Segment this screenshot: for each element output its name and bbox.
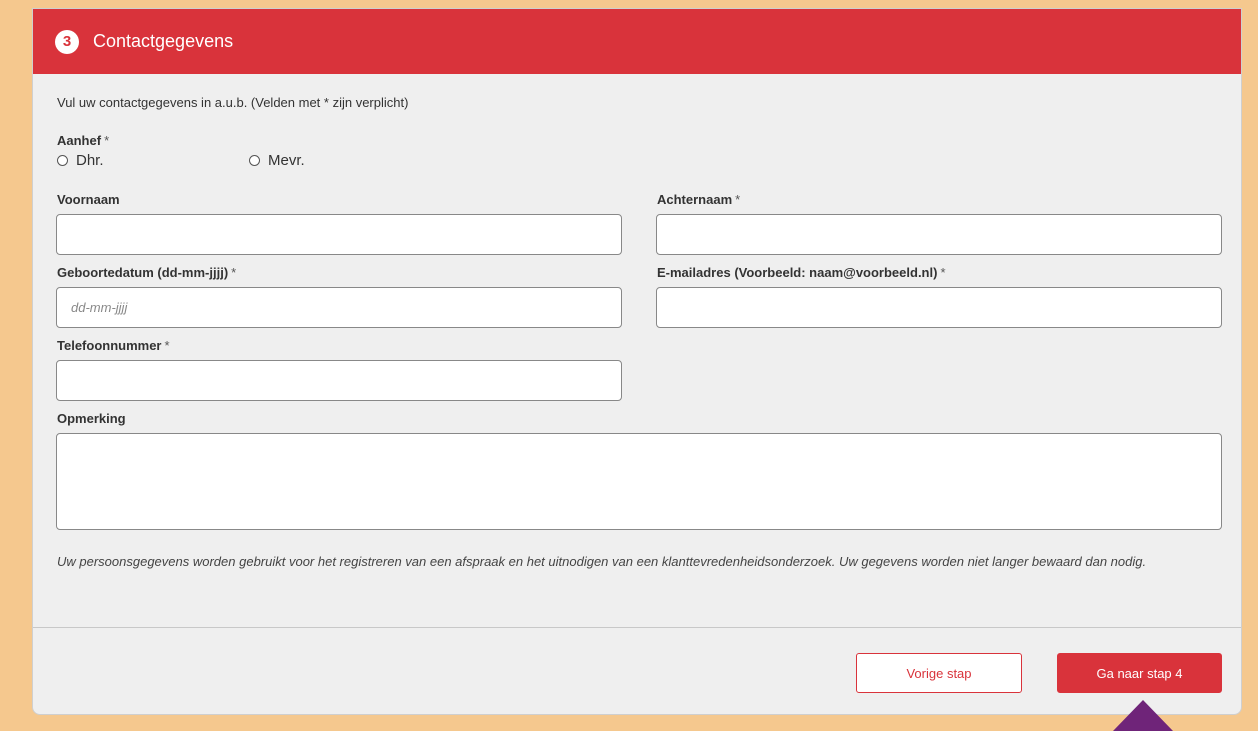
salutation-label: Aanhef * [57,133,109,148]
radio-mevr[interactable]: Mevr. [249,152,305,169]
pointer-triangle-icon [1113,700,1173,731]
required-marker: * [164,338,170,353]
radio-dhr[interactable]: Dhr. [57,152,104,169]
required-marker: * [104,133,110,148]
last-name-input[interactable] [656,214,1222,255]
radio-dhr-label: Dhr. [76,152,104,169]
phone-input[interactable] [56,360,622,401]
required-marker: * [231,265,237,280]
remark-textarea[interactable] [56,433,1222,530]
email-label-text: E-mailadres (Voorbeeld: naam@voorbeeld.n… [657,265,938,280]
next-step-button[interactable]: Ga naar stap 4 [1057,653,1222,693]
radio-mevr-label: Mevr. [268,152,305,169]
first-name-label: Voornaam [57,192,120,207]
last-name-label-text: Achternaam [657,192,733,207]
required-marker: * [735,192,741,207]
required-marker: * [940,265,946,280]
birth-date-input[interactable] [56,287,622,328]
section-header: 3 Contactgegevens [33,9,1241,74]
remark-label: Opmerking [57,411,126,426]
salutation-label-text: Aanhef [57,133,102,148]
section-title: Contactgegevens [93,31,234,51]
radio-circle[interactable] [57,155,68,166]
first-name-input[interactable] [56,214,622,255]
phone-label: Telefoonnummer * [57,338,170,353]
footer-divider [33,627,1241,628]
birth-date-label: Geboortedatum (dd-mm-jjjj) * [57,265,236,280]
birth-date-label-text: Geboortedatum (dd-mm-jjjj) [57,265,229,280]
step-number-badge: 3 [55,29,79,54]
radio-circle[interactable] [249,155,260,166]
email-label: E-mailadres (Voorbeeld: naam@voorbeeld.n… [657,265,946,280]
email-input[interactable] [656,287,1222,328]
privacy-note: Uw persoonsgegevens worden gebruikt voor… [57,554,1147,569]
phone-label-text: Telefoonnummer [57,338,162,353]
contact-form-panel: 3 Contactgegevens Vul uw contactgegevens… [32,8,1242,715]
form-intro: Vul uw contactgegevens in a.u.b. (Velden… [57,95,409,110]
last-name-label: Achternaam * [657,192,740,207]
previous-step-button[interactable]: Vorige stap [856,653,1022,693]
